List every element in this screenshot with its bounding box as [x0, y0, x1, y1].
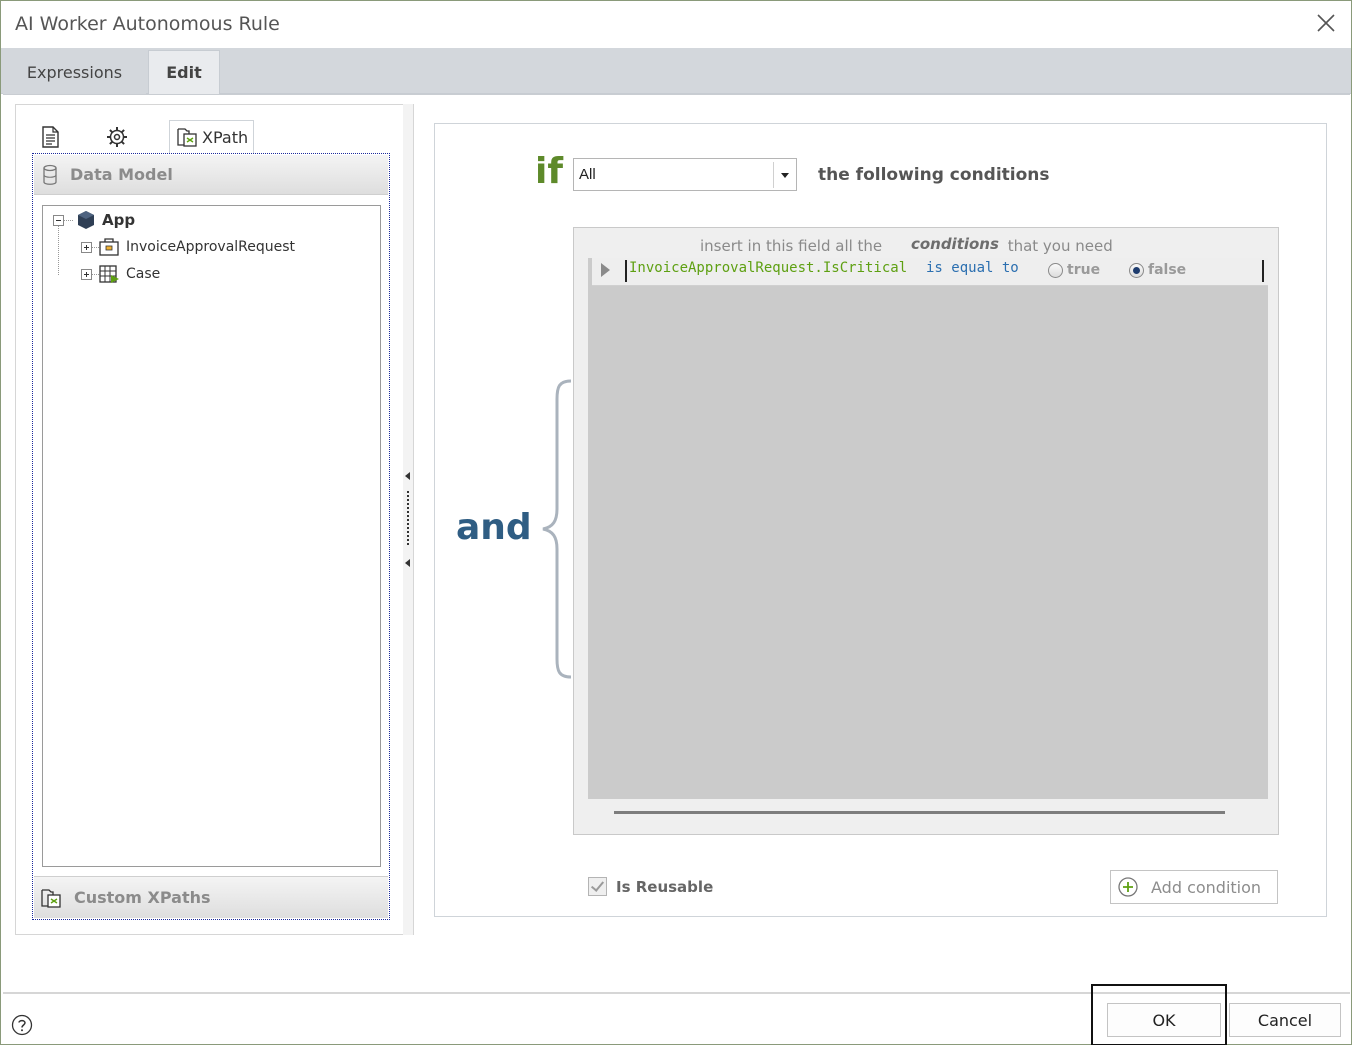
tree-guide: [58, 225, 59, 275]
hint-before: insert in this field all the: [700, 237, 887, 255]
and-keyword: and: [456, 507, 532, 548]
tree-node-app[interactable]: App: [53, 209, 135, 231]
brace-icon: [542, 379, 572, 679]
is-reusable-label: Is Reusable: [616, 877, 714, 896]
collapse-left-arrow-icon[interactable]: [405, 559, 410, 567]
tab-strip: Expressions Edit: [1, 48, 1351, 94]
app-cube-icon: [78, 211, 94, 229]
tree-node-invoice[interactable]: InvoiceApprovalRequest: [81, 236, 295, 258]
quantifier-select[interactable]: All: [573, 158, 797, 191]
radio-false[interactable]: false: [1129, 262, 1186, 278]
left-toolbar: XPath: [16, 105, 413, 153]
question-circle-icon: [11, 1014, 33, 1036]
tree-label-case: Case: [126, 266, 161, 282]
data-model-title: Data Model: [70, 165, 173, 184]
expand-toggle[interactable]: [81, 268, 92, 280]
rule-dialog: AI Worker Autonomous Rule Expressions Ed…: [0, 0, 1352, 1045]
splitter-grip: [407, 491, 409, 545]
condition-operator[interactable]: is equal to: [926, 260, 1019, 276]
collapse-toggle[interactable]: [53, 214, 64, 226]
close-button[interactable]: [1313, 10, 1339, 36]
horizontal-scrollbar[interactable]: [614, 811, 1225, 814]
is-reusable-checkbox[interactable]: [588, 877, 607, 896]
following-conditions-label: the following conditions: [818, 165, 1050, 185]
document-icon[interactable]: [38, 125, 62, 149]
expand-toggle[interactable]: [81, 241, 92, 253]
case-table-icon: [99, 265, 119, 283]
left-panel: XPath Data Model App InvoiceApprovalRequ…: [15, 104, 414, 935]
tree-label-app: App: [102, 211, 136, 229]
add-condition-label: Add condition: [1151, 877, 1262, 897]
plus-circle-icon: [1118, 877, 1138, 897]
help-button[interactable]: [11, 1014, 33, 1036]
data-model-frame: Data Model App InvoiceApprovalRequest Ca…: [32, 153, 390, 920]
entity-icon: [99, 238, 119, 256]
is-reusable-option[interactable]: Is Reusable: [588, 877, 713, 896]
if-keyword: if: [535, 151, 564, 192]
ok-button[interactable]: OK: [1107, 1003, 1221, 1037]
tab-expressions[interactable]: Expressions: [3, 50, 146, 94]
row-end-marker: [1262, 260, 1264, 282]
title-bar: AI Worker Autonomous Rule: [1, 1, 1351, 48]
xpath-tab-label: XPath: [202, 127, 249, 147]
database-icon: [43, 164, 57, 185]
hint-emphasis: conditions: [910, 235, 999, 253]
tree-label-invoice: InvoiceApprovalRequest: [126, 239, 296, 255]
radio-true-label: true: [1067, 262, 1101, 278]
chevron-down-icon[interactable]: [773, 162, 795, 188]
custom-xpaths-title: Custom XPaths: [74, 888, 211, 907]
tree-node-case[interactable]: Case: [81, 263, 160, 285]
quantifier-value: All: [579, 166, 596, 183]
add-condition-button[interactable]: Add condition: [1110, 870, 1278, 904]
radio-true-dot[interactable]: [1048, 262, 1063, 278]
custom-xpaths-header[interactable]: Custom XPaths: [34, 876, 388, 918]
data-model-header[interactable]: Data Model: [34, 155, 388, 195]
cancel-button[interactable]: Cancel: [1229, 1003, 1341, 1037]
radio-false-dot[interactable]: [1129, 262, 1144, 278]
xpath-tab[interactable]: XPath: [169, 120, 254, 153]
condition-field[interactable]: InvoiceApprovalRequest.IsCritical: [629, 260, 907, 276]
conditions-hint: insert in this field all the conditions …: [700, 235, 1113, 255]
row-selector-arrow-icon[interactable]: [601, 263, 610, 277]
gear-icon[interactable]: [105, 125, 129, 149]
radio-false-label: false: [1148, 262, 1187, 278]
data-model-tree: App InvoiceApprovalRequest Case: [42, 205, 381, 867]
radio-true[interactable]: true: [1048, 262, 1100, 278]
xpath-icon: [177, 128, 197, 147]
tab-edit[interactable]: Edit: [148, 50, 220, 94]
hint-after: that you need: [1002, 237, 1113, 255]
text-caret: [625, 260, 627, 282]
dialog-title: AI Worker Autonomous Rule: [15, 13, 280, 35]
close-icon: [1317, 14, 1335, 32]
conditions-area[interactable]: [588, 258, 1268, 799]
custom-xpath-icon: [41, 888, 61, 908]
collapse-left-arrow-icon[interactable]: [405, 472, 410, 480]
